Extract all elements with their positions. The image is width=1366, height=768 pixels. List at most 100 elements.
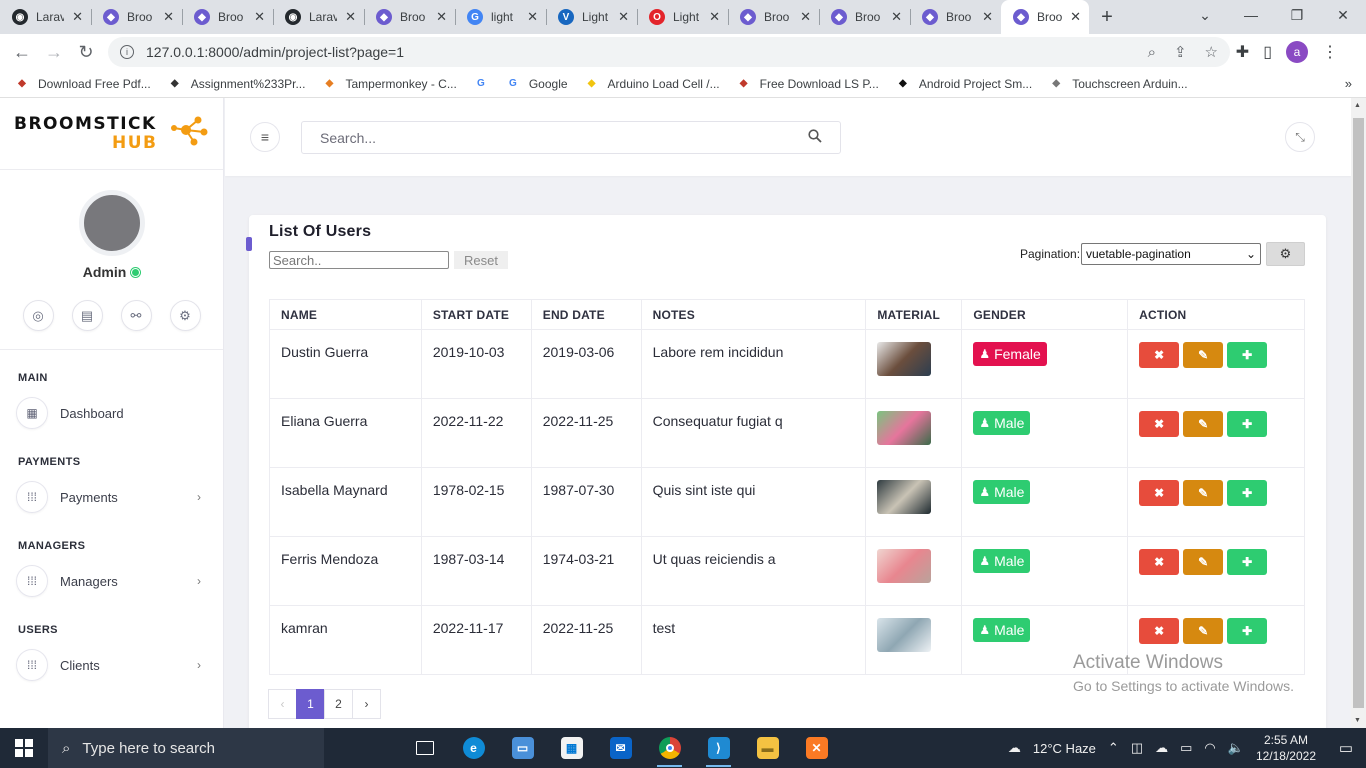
browser-tab[interactable]: ◉ Larav ✕ (0, 0, 91, 34)
browser-tab[interactable]: ◆ Broo ✕ (91, 0, 182, 34)
page-1-button[interactable]: 1 (296, 689, 325, 719)
new-tab-icon[interactable]: + (1089, 0, 1125, 34)
material-thumbnail[interactable] (877, 618, 932, 652)
browser-tab[interactable]: ◆ Broo ✕ (819, 0, 910, 34)
browser-tab[interactable]: ◆ Broo ✕ (728, 0, 819, 34)
top-search-box[interactable] (301, 121, 841, 154)
browser-tab[interactable]: ◆ Broo ✕ (910, 0, 1001, 34)
column-header-gender[interactable]: GENDER (961, 299, 1129, 330)
network-icon[interactable]: ⚯ (120, 300, 152, 331)
share-icon[interactable]: ⇪ (1174, 43, 1187, 61)
reload-icon[interactable]: ↻ (70, 42, 102, 63)
weather-icon[interactable]: ☁ (1008, 740, 1021, 756)
top-search-input[interactable] (320, 129, 808, 146)
side-panel-icon[interactable]: ▯ (1263, 42, 1272, 62)
sidebar-item-payments[interactable]: ⁞⁞⁞ Payments › (0, 476, 223, 518)
reset-button[interactable]: Reset (454, 251, 508, 269)
avatar[interactable] (78, 190, 145, 256)
add-button[interactable]: ✚ (1227, 480, 1268, 506)
add-button[interactable]: ✚ (1227, 618, 1268, 644)
scroll-down-icon[interactable]: ▼ (1354, 717, 1361, 724)
close-tab-icon[interactable]: ✕ (527, 9, 538, 25)
edge-icon[interactable]: e (449, 728, 498, 768)
volume-icon[interactable]: 🔈 (1228, 740, 1244, 756)
browser-tab[interactable]: O Light ✕ (637, 0, 728, 34)
bookmark-item[interactable]: ◆ Android Project Sm... (895, 76, 1032, 92)
pagination-select[interactable]: vuetable-pagination ⌄ (1081, 243, 1261, 265)
material-thumbnail[interactable] (877, 411, 932, 445)
sidebar-item-clients[interactable]: ⁞⁞⁞ Clients › (0, 644, 223, 686)
close-tab-icon[interactable]: ✕ (345, 9, 356, 25)
sidebar-item-dashboard[interactable]: ▦ Dashboard (0, 392, 223, 434)
forward-icon[interactable]: → (38, 42, 70, 63)
computer-icon[interactable]: ▭ (498, 728, 547, 768)
material-thumbnail[interactable] (877, 480, 932, 514)
delete-button[interactable]: ✖ (1139, 618, 1180, 644)
close-window-icon[interactable]: ✕ (1320, 0, 1366, 30)
close-tab-icon[interactable]: ✕ (618, 9, 629, 25)
browser-tab[interactable]: V Light ✕ (546, 0, 637, 34)
add-button[interactable]: ✚ (1227, 342, 1268, 368)
add-button[interactable]: ✚ (1227, 411, 1268, 437)
page-scrollbar[interactable]: ▲ ▼ (1351, 98, 1366, 728)
column-header-name[interactable]: NAME (269, 299, 422, 330)
url-text[interactable]: 127.0.0.1:8000/admin/project-list?page=1 (146, 44, 1130, 60)
browser-tab[interactable]: ◆ Broo ✕ (182, 0, 273, 34)
page-2-button[interactable]: 2 (324, 689, 353, 719)
table-search-input[interactable] (269, 251, 449, 269)
chevron-up-icon[interactable]: ⌃ (1108, 740, 1119, 756)
edit-button[interactable]: ✎ (1183, 480, 1224, 506)
close-tab-icon[interactable]: ✕ (72, 9, 83, 25)
bookmark-item[interactable]: ◆ Assignment%233Pr... (167, 76, 306, 92)
browser-menu-icon[interactable]: ⋮ (1322, 42, 1338, 62)
task-view-icon[interactable] (400, 728, 449, 768)
table-settings-button[interactable]: ⚙ (1266, 242, 1305, 266)
browser-tab[interactable]: Glight ✕ (455, 0, 546, 34)
prev-page-button[interactable]: ‹ (268, 689, 297, 719)
scroll-thumb[interactable] (1353, 118, 1364, 708)
bookmarks-overflow-icon[interactable]: » (1345, 76, 1352, 91)
delete-button[interactable]: ✖ (1139, 411, 1180, 437)
column-header-start-date[interactable]: START DATE (420, 299, 532, 330)
column-header-notes[interactable]: NOTES (640, 299, 867, 330)
browser-tab[interactable]: ◆ Broo ✕ (364, 0, 455, 34)
edit-button[interactable]: ✎ (1183, 549, 1224, 575)
bookmark-item[interactable]: ◆ Arduino Load Cell /... (584, 76, 720, 92)
store-icon[interactable]: ▦ (547, 728, 596, 768)
restore-icon[interactable]: ❐ (1274, 0, 1320, 30)
close-tab-icon[interactable]: ✕ (163, 9, 174, 25)
delete-button[interactable]: ✖ (1139, 342, 1180, 368)
next-page-button[interactable]: › (352, 689, 381, 719)
close-tab-icon[interactable]: ✕ (891, 9, 902, 25)
file-explorer-icon[interactable]: ▬ (743, 728, 792, 768)
close-tab-icon[interactable]: ✕ (800, 9, 811, 25)
minimize-icon[interactable]: — (1228, 0, 1274, 30)
start-button[interactable] (0, 728, 48, 768)
close-tab-icon[interactable]: ✕ (1070, 9, 1081, 25)
bookmark-item[interactable]: G (473, 76, 489, 92)
site-info-icon[interactable]: i (120, 45, 134, 59)
clock[interactable]: 2:55 AM 12/18/2022 (1256, 732, 1316, 764)
logo[interactable]: BROOMSTICK HUB (0, 98, 223, 170)
document-icon[interactable]: ▤ (71, 300, 103, 331)
bookmark-item[interactable]: ◆ Free Download LS P... (736, 76, 879, 92)
extensions-icon[interactable]: ✚ (1236, 42, 1249, 62)
menu-toggle-icon[interactable]: ≡ (250, 122, 280, 152)
browser-tab[interactable]: ◉ Larav ✕ (273, 0, 364, 34)
mail-icon[interactable]: ✉ (596, 728, 645, 768)
bookmark-item[interactable]: ◆ Download Free Pdf... (14, 76, 151, 92)
close-tab-icon[interactable]: ✕ (709, 9, 720, 25)
close-tab-icon[interactable]: ✕ (982, 9, 993, 25)
add-button[interactable]: ✚ (1227, 549, 1268, 575)
taskbar-search[interactable]: ⌕ Type here to search (48, 728, 324, 768)
close-tab-icon[interactable]: ✕ (436, 9, 447, 25)
profile-avatar[interactable]: a (1286, 41, 1308, 63)
search-icon[interactable] (808, 129, 822, 146)
settings-icon[interactable]: ⚙ (169, 300, 201, 331)
chrome-icon[interactable] (645, 728, 694, 768)
edit-button[interactable]: ✎ (1183, 411, 1224, 437)
close-tab-icon[interactable]: ✕ (254, 9, 265, 25)
support-icon[interactable]: ◎ (22, 300, 54, 331)
delete-button[interactable]: ✖ (1139, 480, 1180, 506)
bookmark-star-icon[interactable]: ☆ (1205, 43, 1218, 61)
